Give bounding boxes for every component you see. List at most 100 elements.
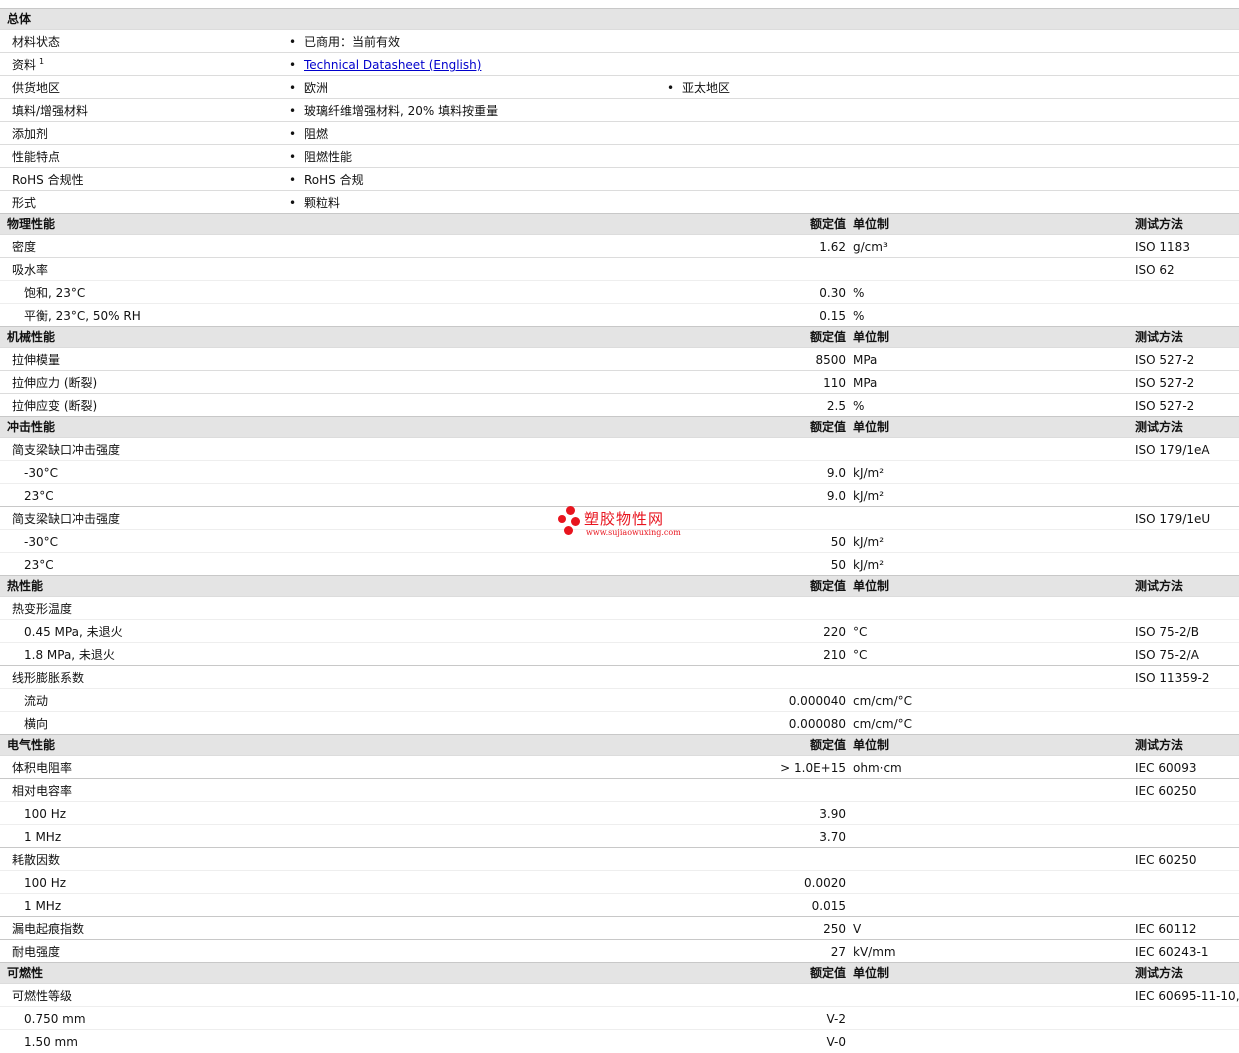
section-title: 冲击性能: [7, 420, 56, 434]
bullet-icon: •: [289, 127, 297, 141]
test-method: ISO 75-2/B: [1135, 625, 1199, 639]
column-header-test: 测试方法: [1135, 217, 1184, 231]
property-value: 3.70: [819, 830, 846, 844]
property-label: 吸水率: [12, 263, 49, 277]
property-unit: MPa: [853, 376, 878, 390]
property-unit: %: [853, 399, 865, 413]
section-header: 可燃性 额定值 单位制 测试方法: [0, 962, 1239, 983]
property-subrow: 横向 0.000080 cm/cm/°C: [0, 711, 1239, 734]
property-label: 饱和, 23°C: [24, 286, 86, 300]
general-row: 材料状态 • 已商用：当前有效: [0, 29, 1239, 52]
property-value: 0.0020: [804, 876, 846, 890]
property-row: 简支梁缺口冲击强度 ISO 179/1eA: [0, 437, 1239, 460]
property-value: > 1.0E+15: [780, 761, 846, 775]
property-subrow: 饱和, 23°C 0.30%: [0, 280, 1239, 303]
property-unit: MPa: [853, 353, 878, 367]
property-row: 密度 1.62 g/cm³ ISO 1183: [0, 234, 1239, 257]
general-value: • Technical Datasheet (English): [289, 54, 481, 76]
general-label: 材料状态: [12, 31, 60, 53]
general-label-text: 材料状态: [12, 35, 61, 49]
general-value-text: 玻璃纤维增强材料, 20% 填料按重量: [304, 104, 499, 118]
general-label-text: 形式: [12, 196, 37, 210]
property-label: 0.45 MPa, 未退火: [24, 625, 123, 639]
property-subrow: 23°C 9.0 kJ/m²: [0, 483, 1239, 506]
property-value: 0.000080: [788, 717, 846, 731]
general-value-text: 阻燃: [304, 127, 329, 141]
property-label: 耐电强度: [12, 945, 61, 959]
property-value: 3.90: [819, 807, 846, 821]
property-value: 220: [823, 625, 846, 639]
property-label: 密度: [12, 240, 37, 254]
property-subrow: 0.45 MPa, 未退火 220 °C ISO 75-2/B: [0, 619, 1239, 642]
section-header: 机械性能 额定值 单位制 测试方法: [0, 326, 1239, 347]
property-subrow: 1.8 MPa, 未退火 210 °C ISO 75-2/A: [0, 642, 1239, 665]
column-header-value: 额定值: [809, 738, 846, 752]
property-label: 简支梁缺口冲击强度: [12, 443, 121, 457]
property-value: 9.0: [826, 466, 846, 480]
property-label: 100 Hz: [24, 876, 67, 890]
general-value: • 颗粒料: [289, 192, 340, 214]
column-header-value: 额定值: [809, 420, 846, 434]
property-label: 可燃性等级: [12, 989, 73, 1003]
column-header-unit: 单位制: [853, 420, 890, 434]
property-subrow: 1 MHz 3.70: [0, 824, 1239, 847]
property-row: 漏电起痕指数 250 V IEC 60112: [0, 916, 1239, 939]
property-unit: °C: [853, 625, 868, 639]
column-header-value: 额定值: [809, 579, 846, 593]
general-value: • 阻燃: [289, 123, 328, 145]
general-label-text: 性能特点: [12, 150, 61, 164]
property-unit: ohm·cm: [853, 761, 902, 775]
property-unit: kJ/m²: [853, 558, 885, 572]
datasheet-link[interactable]: Technical Datasheet (English): [304, 58, 481, 72]
section-title: 电气性能: [7, 738, 56, 752]
general-label: 填料/增强材料: [12, 100, 88, 122]
property-subrow: 流动 0.000040 cm/cm/°C: [0, 688, 1239, 711]
column-header-test: 测试方法: [1135, 420, 1184, 434]
section-header: 物理性能 额定值 单位制 测试方法: [0, 213, 1239, 234]
general-label: RoHS 合规性: [12, 169, 84, 191]
section-title: 物理性能: [7, 217, 56, 231]
bullet-icon: •: [289, 104, 297, 118]
property-value: 50: [830, 558, 846, 572]
property-label: 23°C: [24, 558, 54, 572]
column-header-test: 测试方法: [1135, 738, 1184, 752]
test-method: ISO 75-2/A: [1135, 648, 1199, 662]
bullet-icon: •: [289, 81, 297, 95]
general-row: 形式 • 颗粒料: [0, 190, 1239, 213]
property-row: 相对电容率 IEC 60250: [0, 778, 1239, 801]
test-method: IEC 60093: [1135, 761, 1197, 775]
property-row: 热变形温度: [0, 596, 1239, 619]
property-row: 吸水率 ISO 62: [0, 257, 1239, 280]
property-label: 1.8 MPa, 未退火: [24, 648, 115, 662]
general-value-text: 已商用：当前有效: [304, 35, 401, 49]
property-label: 1 MHz: [24, 830, 62, 844]
general-label-text: 供货地区: [12, 81, 61, 95]
property-unit: kJ/m²: [853, 535, 885, 549]
general-value-text: 欧洲: [304, 81, 329, 95]
property-unit: kJ/m²: [853, 466, 885, 480]
watermark-name: 塑胶物性网: [584, 510, 665, 528]
property-label: 流动: [24, 694, 49, 708]
test-method: ISO 527-2: [1135, 376, 1195, 390]
general-value-text: RoHS 合规: [304, 173, 364, 187]
property-subrow: 1.50 mm V-0: [0, 1029, 1239, 1052]
general-value-text: 颗粒料: [304, 196, 341, 210]
property-label: 体积电阻率: [12, 761, 73, 775]
section-header: 热性能 额定值 单位制 测试方法: [0, 575, 1239, 596]
column-header-test: 测试方法: [1135, 330, 1184, 344]
column-header-test: 测试方法: [1135, 966, 1184, 980]
bullet-icon: •: [289, 196, 297, 210]
property-row: 拉伸应力 (断裂) 110 MPa ISO 527-2: [0, 370, 1239, 393]
test-method: ISO 62: [1135, 263, 1175, 277]
watermark-logo: 塑胶物性网 www.sujiaowuxing.com: [558, 504, 698, 544]
section-title: 机械性能: [7, 330, 56, 344]
property-subrow: 100 Hz 3.90: [0, 801, 1239, 824]
property-label: 拉伸应变 (断裂): [12, 399, 98, 413]
property-value: 9.0: [826, 489, 846, 503]
column-header-value: 额定值: [809, 217, 846, 231]
property-label: 1.50 mm: [24, 1035, 78, 1049]
general-label-text: RoHS 合规性: [12, 173, 84, 187]
property-unit: cm/cm/°C: [853, 717, 913, 731]
general-value: • 已商用：当前有效: [289, 31, 400, 53]
property-unit: cm/cm/°C: [853, 694, 913, 708]
